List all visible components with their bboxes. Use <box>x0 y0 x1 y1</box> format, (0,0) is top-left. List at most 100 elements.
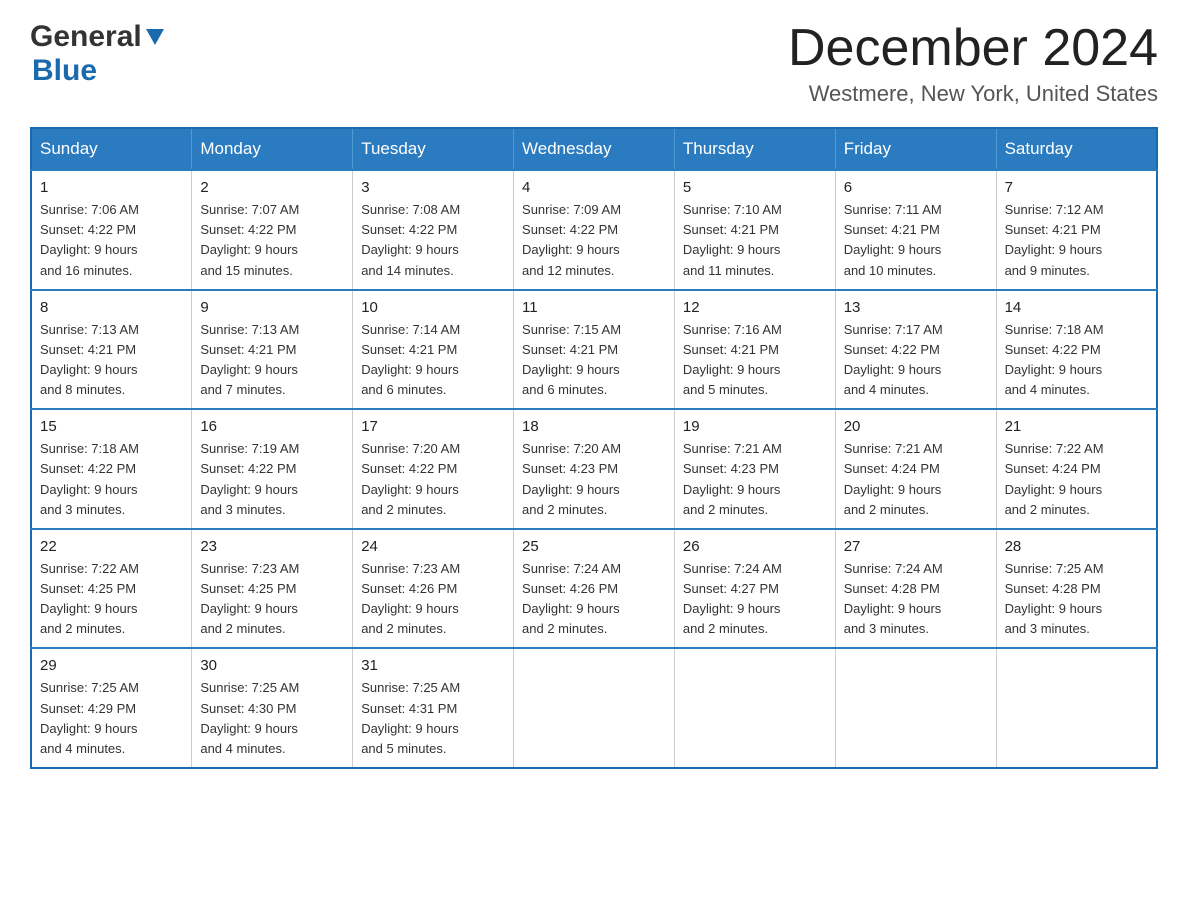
calendar-table: SundayMondayTuesdayWednesdayThursdayFrid… <box>30 127 1158 769</box>
day-number: 10 <box>361 299 505 316</box>
day-info: Sunrise: 7:13 AMSunset: 4:21 PMDaylight:… <box>200 320 344 401</box>
calendar-cell: 7Sunrise: 7:12 AMSunset: 4:21 PMDaylight… <box>996 170 1157 290</box>
logo: General Blue <box>30 20 164 88</box>
day-number: 27 <box>844 538 988 555</box>
day-number: 9 <box>200 299 344 316</box>
day-of-week-header: Monday <box>192 128 353 170</box>
calendar-cell: 15Sunrise: 7:18 AMSunset: 4:22 PMDayligh… <box>31 409 192 529</box>
day-info: Sunrise: 7:24 AMSunset: 4:26 PMDaylight:… <box>522 559 666 640</box>
calendar-cell <box>514 648 675 768</box>
day-number: 14 <box>1005 299 1148 316</box>
day-number: 31 <box>361 657 505 674</box>
calendar-cell: 22 Sunrise: 7:22 AMSunset: 4:25 PMDayligh… <box>31 529 192 649</box>
day-number: 22 <box>40 538 183 555</box>
day-info: Sunrise: 7:18 AMSunset: 4:22 PMDaylight:… <box>1005 320 1148 401</box>
day-of-week-header: Saturday <box>996 128 1157 170</box>
logo-blue-text: Blue <box>32 54 97 87</box>
day-info: Sunrise: 7:15 AMSunset: 4:21 PMDaylight:… <box>522 320 666 401</box>
logo-general-text: General <box>30 20 142 54</box>
day-number: 6 <box>844 179 988 196</box>
day-number: 11 <box>522 299 666 316</box>
calendar-week-row: 22 Sunrise: 7:22 AMSunset: 4:25 PMDayligh… <box>31 529 1157 649</box>
day-number: 7 <box>1005 179 1148 196</box>
calendar-cell: 12Sunrise: 7:16 AMSunset: 4:21 PMDayligh… <box>674 290 835 410</box>
day-number: 13 <box>844 299 988 316</box>
calendar-cell: 1 Sunrise: 7:06 AMSunset: 4:22 PMDaylight… <box>31 170 192 290</box>
calendar-cell: 2 Sunrise: 7:07 AMSunset: 4:22 PMDaylight… <box>192 170 353 290</box>
day-number: 29 <box>40 657 183 674</box>
day-info: Sunrise: 7:18 AMSunset: 4:22 PMDaylight:… <box>40 439 183 520</box>
day-number: 17 <box>361 418 505 435</box>
day-info: Sunrise: 7:22 AMSunset: 4:25 PMDaylight:… <box>40 559 183 640</box>
calendar-cell: 18Sunrise: 7:20 AMSunset: 4:23 PMDayligh… <box>514 409 675 529</box>
calendar-cell <box>835 648 996 768</box>
calendar-cell: 29 Sunrise: 7:25 AMSunset: 4:29 PMDayligh… <box>31 648 192 768</box>
day-number: 5 <box>683 179 827 196</box>
day-number: 28 <box>1005 538 1148 555</box>
day-number: 4 <box>522 179 666 196</box>
day-info: Sunrise: 7:25 AMSunset: 4:29 PMDaylight:… <box>40 678 183 759</box>
calendar-cell: 6 Sunrise: 7:11 AMSunset: 4:21 PMDaylight… <box>835 170 996 290</box>
location-subtitle: Westmere, New York, United States <box>788 81 1158 107</box>
day-number: 24 <box>361 538 505 555</box>
day-info: Sunrise: 7:21 AMSunset: 4:23 PMDaylight:… <box>683 439 827 520</box>
day-info: Sunrise: 7:21 AMSunset: 4:24 PMDaylight:… <box>844 439 988 520</box>
day-info: Sunrise: 7:11 AMSunset: 4:21 PMDaylight:… <box>844 200 988 281</box>
calendar-cell: 3 Sunrise: 7:08 AMSunset: 4:22 PMDaylight… <box>353 170 514 290</box>
page-header: General Blue December 2024 Westmere, New… <box>30 20 1158 107</box>
calendar-cell: 5Sunrise: 7:10 AMSunset: 4:21 PMDaylight… <box>674 170 835 290</box>
calendar-cell <box>674 648 835 768</box>
calendar-cell: 19 Sunrise: 7:21 AMSunset: 4:23 PMDayligh… <box>674 409 835 529</box>
calendar-week-row: 29 Sunrise: 7:25 AMSunset: 4:29 PMDayligh… <box>31 648 1157 768</box>
title-area: December 2024 Westmere, New York, United… <box>788 20 1158 107</box>
day-info: Sunrise: 7:06 AMSunset: 4:22 PMDaylight:… <box>40 200 183 281</box>
day-number: 8 <box>40 299 183 316</box>
day-number: 16 <box>200 418 344 435</box>
day-info: Sunrise: 7:14 AMSunset: 4:21 PMDaylight:… <box>361 320 505 401</box>
calendar-cell: 25 Sunrise: 7:24 AMSunset: 4:26 PMDayligh… <box>514 529 675 649</box>
calendar-cell: 8Sunrise: 7:13 AMSunset: 4:21 PMDaylight… <box>31 290 192 410</box>
calendar-cell: 4 Sunrise: 7:09 AMSunset: 4:22 PMDaylight… <box>514 170 675 290</box>
day-number: 3 <box>361 179 505 196</box>
day-number: 25 <box>522 538 666 555</box>
calendar-cell: 28Sunrise: 7:25 AMSunset: 4:28 PMDayligh… <box>996 529 1157 649</box>
day-info: Sunrise: 7:08 AMSunset: 4:22 PMDaylight:… <box>361 200 505 281</box>
month-title: December 2024 <box>788 20 1158 77</box>
calendar-cell: 26 Sunrise: 7:24 AMSunset: 4:27 PMDayligh… <box>674 529 835 649</box>
calendar-cell: 10 Sunrise: 7:14 AMSunset: 4:21 PMDayligh… <box>353 290 514 410</box>
day-info: Sunrise: 7:20 AMSunset: 4:23 PMDaylight:… <box>522 439 666 520</box>
calendar-week-row: 15Sunrise: 7:18 AMSunset: 4:22 PMDayligh… <box>31 409 1157 529</box>
calendar-cell: 20 Sunrise: 7:21 AMSunset: 4:24 PMDayligh… <box>835 409 996 529</box>
calendar-cell: 31Sunrise: 7:25 AMSunset: 4:31 PMDayligh… <box>353 648 514 768</box>
calendar-cell <box>996 648 1157 768</box>
logo-triangle-icon <box>146 29 164 50</box>
calendar-cell: 27 Sunrise: 7:24 AMSunset: 4:28 PMDayligh… <box>835 529 996 649</box>
calendar-cell: 21 Sunrise: 7:22 AMSunset: 4:24 PMDayligh… <box>996 409 1157 529</box>
day-of-week-header: Wednesday <box>514 128 675 170</box>
calendar-cell: 11 Sunrise: 7:15 AMSunset: 4:21 PMDayligh… <box>514 290 675 410</box>
day-number: 19 <box>683 418 827 435</box>
day-info: Sunrise: 7:16 AMSunset: 4:21 PMDaylight:… <box>683 320 827 401</box>
calendar-cell: 16 Sunrise: 7:19 AMSunset: 4:22 PMDayligh… <box>192 409 353 529</box>
day-number: 2 <box>200 179 344 196</box>
day-number: 21 <box>1005 418 1148 435</box>
day-number: 20 <box>844 418 988 435</box>
day-number: 26 <box>683 538 827 555</box>
day-of-week-header: Sunday <box>31 128 192 170</box>
day-info: Sunrise: 7:24 AMSunset: 4:27 PMDaylight:… <box>683 559 827 640</box>
day-info: Sunrise: 7:23 AMSunset: 4:25 PMDaylight:… <box>200 559 344 640</box>
calendar-cell: 30Sunrise: 7:25 AMSunset: 4:30 PMDayligh… <box>192 648 353 768</box>
day-number: 30 <box>200 657 344 674</box>
day-number: 1 <box>40 179 183 196</box>
calendar-cell: 14 Sunrise: 7:18 AMSunset: 4:22 PMDayligh… <box>996 290 1157 410</box>
day-of-week-header: Friday <box>835 128 996 170</box>
day-info: Sunrise: 7:09 AMSunset: 4:22 PMDaylight:… <box>522 200 666 281</box>
day-info: Sunrise: 7:24 AMSunset: 4:28 PMDaylight:… <box>844 559 988 640</box>
day-info: Sunrise: 7:19 AMSunset: 4:22 PMDaylight:… <box>200 439 344 520</box>
calendar-cell: 9 Sunrise: 7:13 AMSunset: 4:21 PMDaylight… <box>192 290 353 410</box>
day-number: 23 <box>200 538 344 555</box>
day-info: Sunrise: 7:22 AMSunset: 4:24 PMDaylight:… <box>1005 439 1148 520</box>
day-info: Sunrise: 7:07 AMSunset: 4:22 PMDaylight:… <box>200 200 344 281</box>
day-info: Sunrise: 7:23 AMSunset: 4:26 PMDaylight:… <box>361 559 505 640</box>
calendar-cell: 24 Sunrise: 7:23 AMSunset: 4:26 PMDayligh… <box>353 529 514 649</box>
